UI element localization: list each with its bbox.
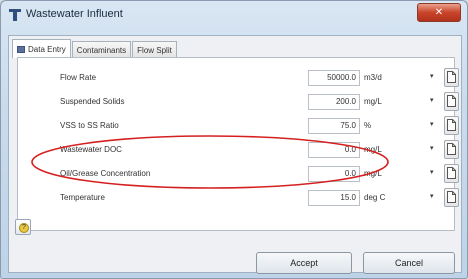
field-label: VSS to SS Ratio <box>60 121 119 130</box>
document-icon <box>447 71 456 83</box>
tab-flow-split[interactable]: Flow Split <box>132 41 177 58</box>
field-label: Suspended Solids <box>60 97 125 106</box>
chevron-down-icon[interactable]: ▾ <box>430 192 434 200</box>
unit-label: mg/L <box>364 169 382 178</box>
tab-label: Flow Split <box>137 45 172 55</box>
field-label: Wastewater DOC <box>60 145 122 154</box>
row-flow-rate: Flow Rate 50000.0 m3/d ▾ <box>18 68 459 88</box>
document-icon <box>447 119 456 131</box>
accept-button[interactable]: Accept <box>256 252 352 274</box>
row-vss-ratio: VSS to SS Ratio 75.0 % ▾ <box>18 116 459 136</box>
row-oil-grease: Oil/Grease Concentration 0.0 mg/L ▾ <box>18 164 459 184</box>
oil-grease-input[interactable]: 0.0 <box>308 166 360 182</box>
grid-icon <box>17 45 25 53</box>
row-wastewater-doc: Wastewater DOC 0.0 mg/L ▾ <box>18 140 459 160</box>
document-icon <box>447 143 456 155</box>
dialog-window: Wastewater Influent ✕ Data Entry Contami… <box>0 0 468 279</box>
unit-label: % <box>364 121 372 130</box>
field-label: Oil/Grease Concentration <box>60 169 151 178</box>
flow-rate-input[interactable]: 50000.0 <box>308 70 360 86</box>
wastewater-doc-input[interactable]: 0.0 <box>308 142 360 158</box>
chevron-down-icon[interactable]: ▾ <box>430 120 434 128</box>
field-label: Temperature <box>60 193 105 202</box>
data-entry-panel: Flow Rate 50000.0 m3/d ▾ Suspended Solid… <box>17 57 459 231</box>
dialog-body: Data Entry Contaminants Flow Split Flow … <box>8 35 462 273</box>
tab-data-entry[interactable]: Data Entry <box>12 39 71 58</box>
close-button[interactable]: ✕ <box>417 3 461 22</box>
document-icon-button[interactable] <box>444 116 459 135</box>
tab-contaminants[interactable]: Contaminants <box>71 41 132 58</box>
temperature-input[interactable]: 15.0 <box>308 190 360 206</box>
document-icon-button[interactable] <box>444 164 459 183</box>
chevron-down-icon[interactable]: ▾ <box>430 144 434 152</box>
app-icon <box>9 9 21 21</box>
unit-label: deg C <box>364 193 386 202</box>
help-icon: ? <box>19 223 29 233</box>
document-icon-button[interactable] <box>444 140 459 159</box>
chevron-down-icon[interactable]: ▾ <box>430 168 434 176</box>
document-icon-button[interactable] <box>444 68 459 87</box>
cancel-button[interactable]: Cancel <box>363 252 455 274</box>
row-temperature: Temperature 15.0 deg C ▾ <box>18 188 459 208</box>
vss-ratio-input[interactable]: 75.0 <box>308 118 360 134</box>
suspended-solids-input[interactable]: 200.0 <box>308 94 360 110</box>
tab-strip: Data Entry Contaminants Flow Split <box>12 39 178 58</box>
document-icon <box>447 167 456 179</box>
unit-label: mg/L <box>364 145 382 154</box>
title-bar[interactable]: Wastewater Influent ✕ <box>1 1 467 27</box>
tab-label: Data Entry <box>28 44 66 54</box>
document-icon-button[interactable] <box>444 188 459 207</box>
help-button[interactable]: ? <box>15 219 31 235</box>
document-icon-button[interactable] <box>444 92 459 111</box>
document-icon <box>447 95 456 107</box>
window-title: Wastewater Influent <box>26 8 123 20</box>
document-icon <box>447 191 456 203</box>
unit-label: mg/L <box>364 97 382 106</box>
chevron-down-icon[interactable]: ▾ <box>430 96 434 104</box>
row-suspended-solids: Suspended Solids 200.0 mg/L ▾ <box>18 92 459 112</box>
field-label: Flow Rate <box>60 73 97 82</box>
chevron-down-icon[interactable]: ▾ <box>430 72 434 80</box>
tab-label: Contaminants <box>76 45 127 55</box>
unit-label: m3/d <box>364 73 382 82</box>
